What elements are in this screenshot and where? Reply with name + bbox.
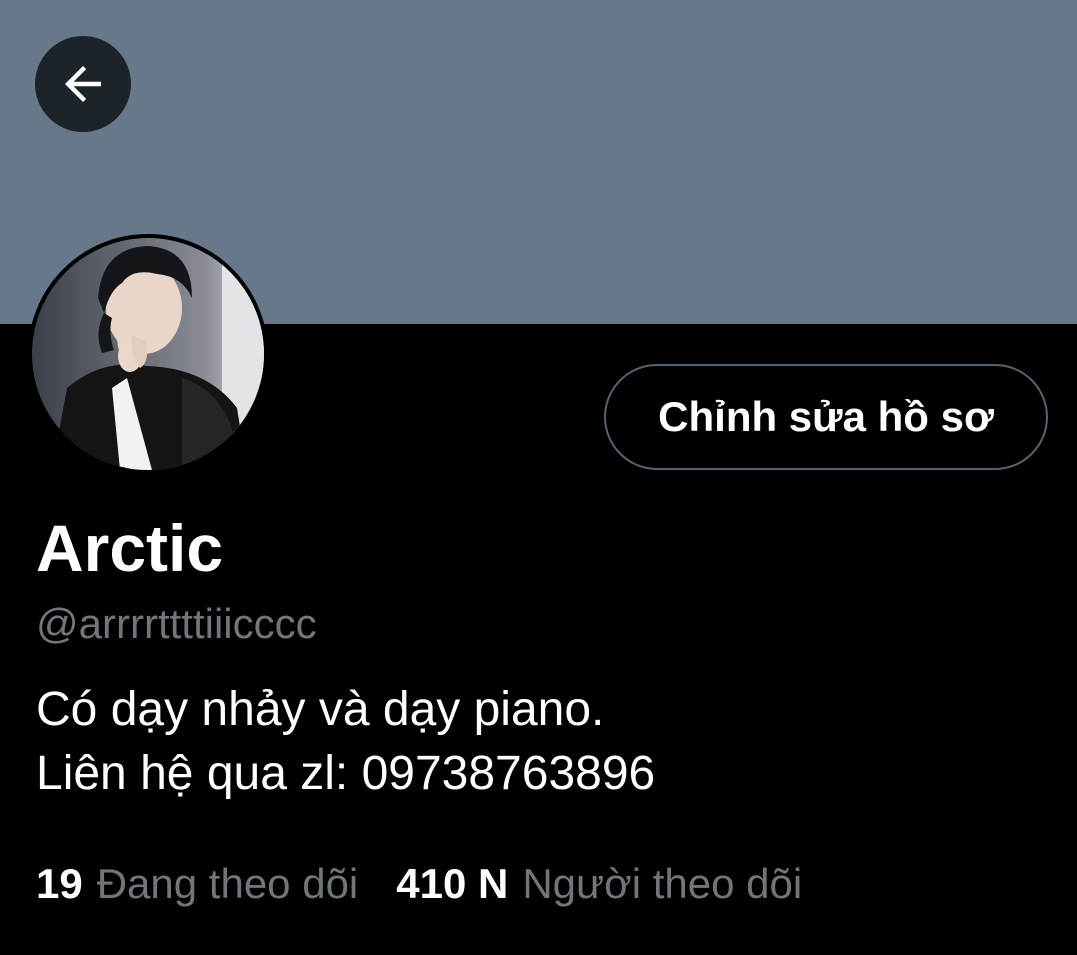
- edit-profile-button[interactable]: Chỉnh sửa hồ sơ: [604, 364, 1048, 470]
- following-link[interactable]: 19 Đang theo dõi: [36, 856, 358, 912]
- profile-bio: Có dạy nhảy và dạy piano. Liên hệ qua zl…: [36, 678, 655, 806]
- profile-screen: Chỉnh sửa hồ sơ Arctic @arrrrttttiiicccc…: [0, 0, 1077, 955]
- followers-count: 410 N: [396, 860, 509, 907]
- arrow-left-icon: [56, 57, 110, 111]
- followers-link[interactable]: 410 N Người theo dõi: [396, 856, 802, 912]
- following-count: 19: [36, 860, 83, 907]
- bio-line: Liên hệ qua zl: 09738763896: [36, 747, 656, 800]
- bio-line: Có dạy nhảy và dạy piano.: [36, 683, 605, 736]
- followers-label: Người theo dõi: [522, 860, 803, 907]
- back-button[interactable]: [35, 36, 131, 132]
- avatar[interactable]: [28, 234, 268, 474]
- display-name: Arctic: [36, 511, 224, 585]
- user-handle: @arrrrttttiiicccc: [36, 600, 317, 647]
- following-label: Đang theo dõi: [96, 860, 359, 907]
- profile-stats: 19 Đang theo dõi 410 N Người theo dõi: [36, 856, 802, 912]
